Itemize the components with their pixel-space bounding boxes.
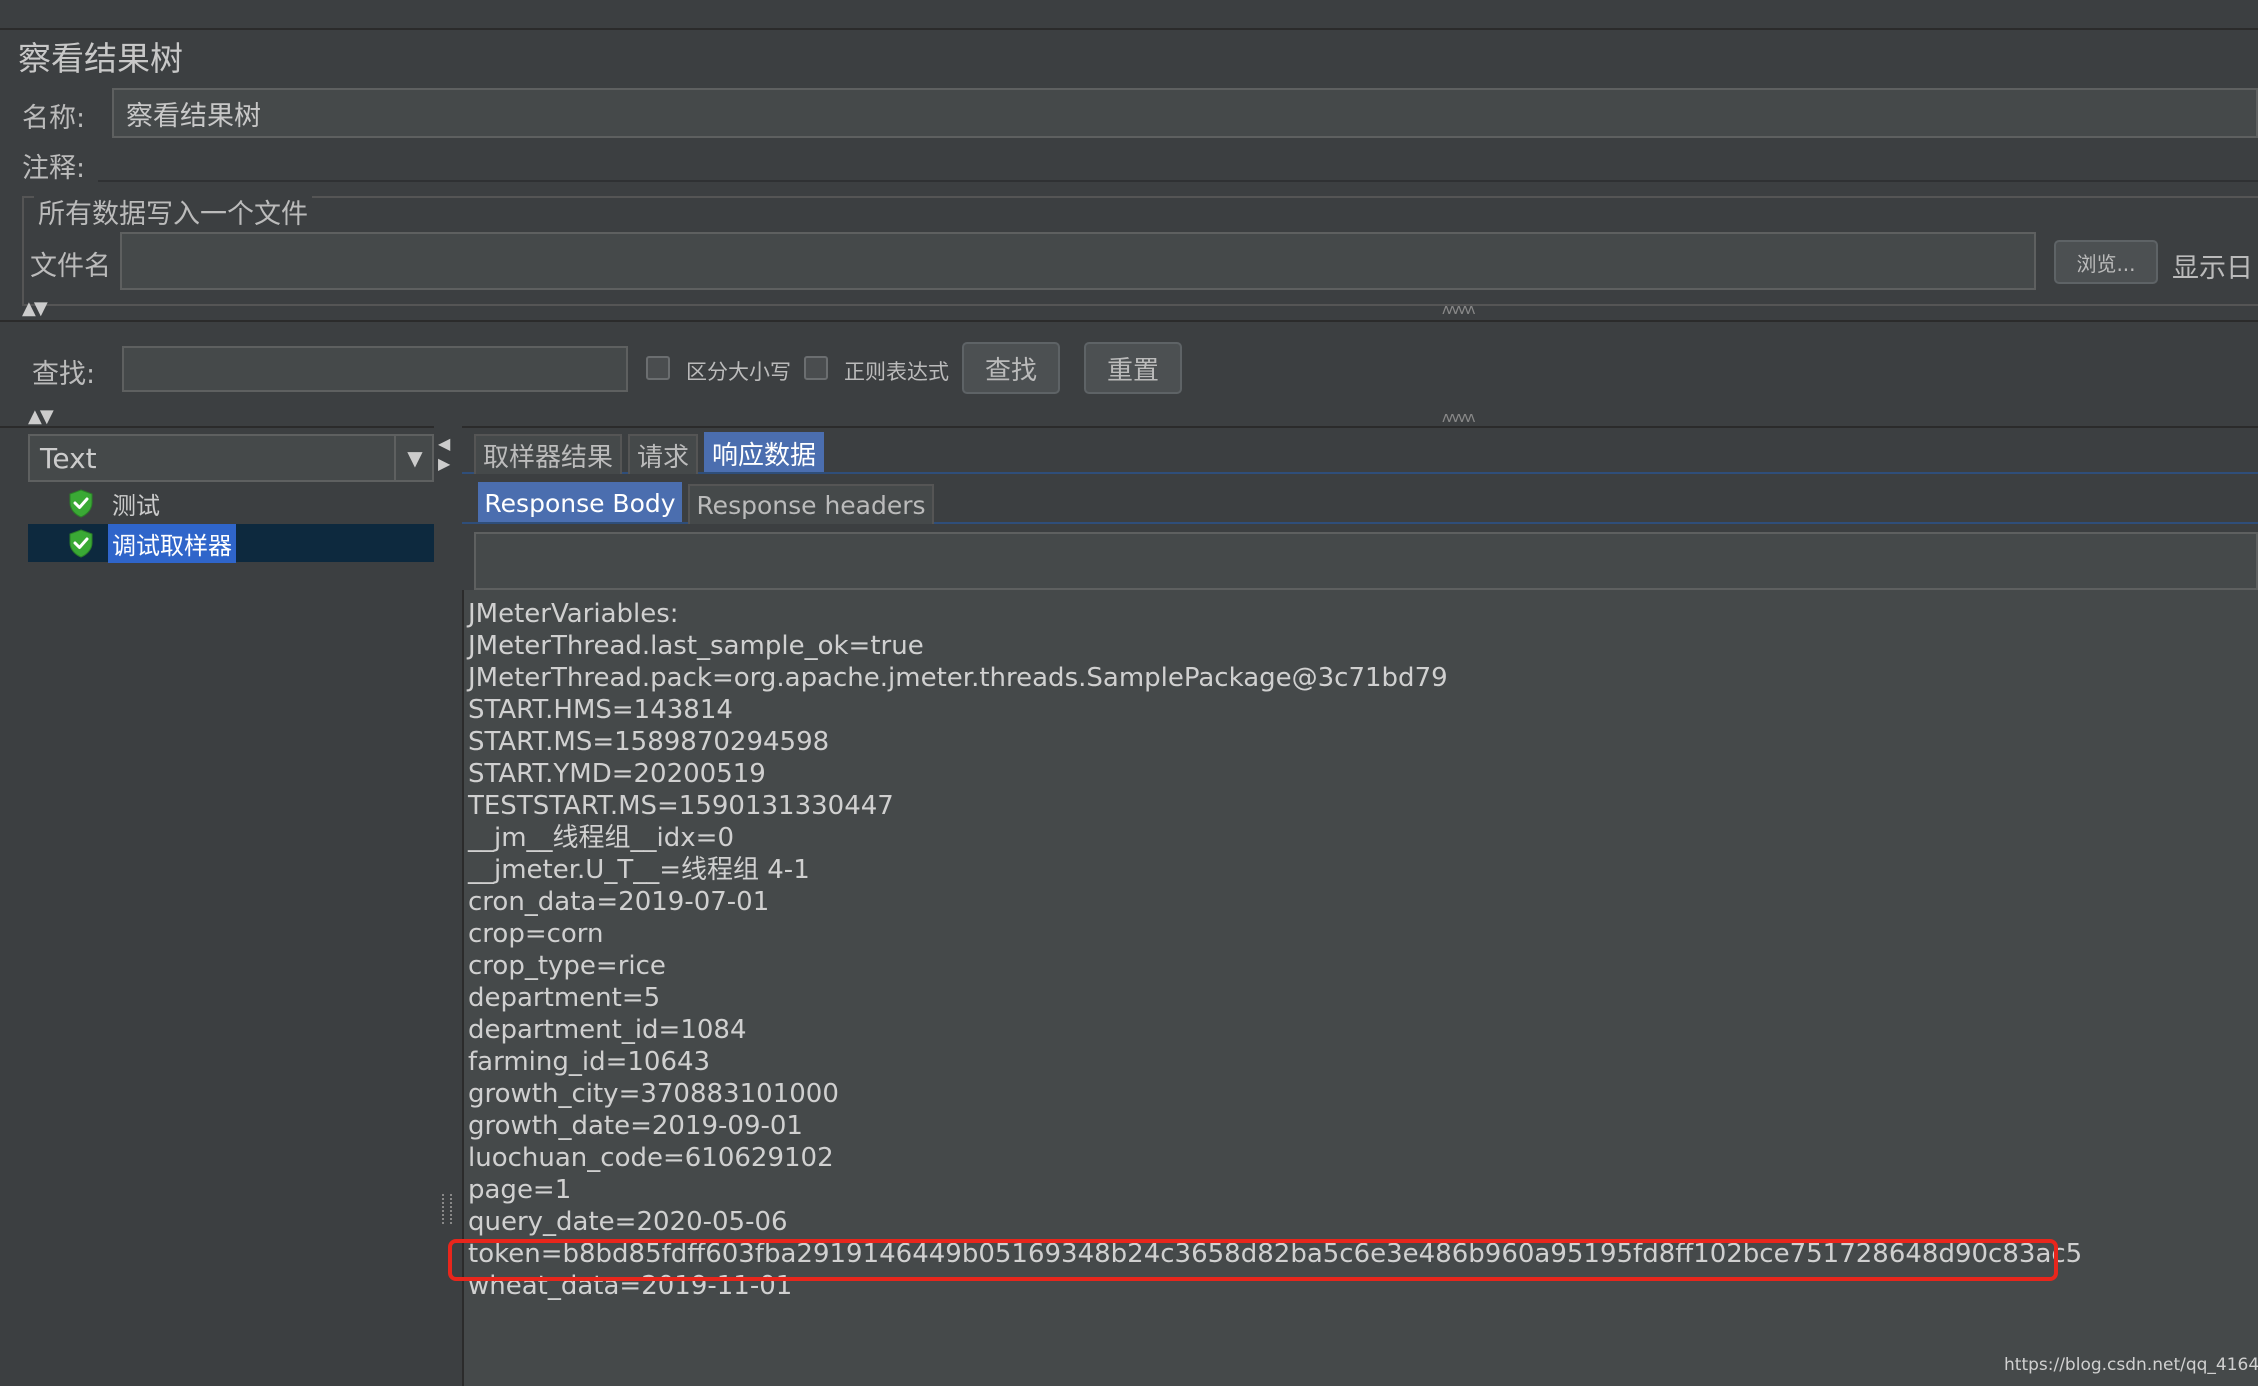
regex-label: 正则表达式 — [844, 360, 949, 384]
response-filter-input[interactable] — [474, 532, 2258, 590]
success-shield-icon — [69, 529, 93, 558]
file-groupbox-title: 所有数据写入一个文件 — [34, 192, 312, 231]
result-tree: 测试 调试取样器 — [28, 484, 437, 1386]
response-line: growth_date=2019-09-01 — [468, 1111, 803, 1141]
response-line: START.YMD=20200519 — [468, 759, 766, 789]
filename-input[interactable] — [120, 232, 2036, 290]
reset-button[interactable]: 重置 — [1084, 342, 1182, 394]
tab-response-body[interactable]: Response Body — [478, 482, 682, 522]
renderer-select-value: Text — [40, 441, 97, 475]
response-line: growth_city=370883101000 — [468, 1079, 839, 1109]
case-sensitive-label: 区分大小写 — [686, 360, 791, 384]
name-label: 名称: — [22, 103, 86, 134]
comment-label: 注释: — [22, 153, 86, 184]
success-shield-icon — [69, 489, 93, 518]
search-input[interactable] — [122, 346, 628, 392]
response-line: TESTSTART.MS=1590131330447 — [468, 791, 894, 821]
tab-underline — [462, 472, 2258, 474]
splitter-divider — [0, 320, 2258, 322]
splitter-grip-icon[interactable]: ʌʌʌʌʌ — [1442, 302, 1475, 318]
response-body-text: JMeterVariables: JMeterThread.last_sample… — [468, 598, 2082, 1302]
browse-button[interactable]: 浏览... — [2054, 240, 2158, 284]
watermark: https://blog.csdn.net/qq_41648820 — [2004, 1355, 2258, 1375]
collapse-left-arrows-icon[interactable]: ◀ ▶ — [438, 434, 450, 474]
tab-sampler-result[interactable]: 取样器结果 — [474, 434, 622, 474]
tree-item-label: 测试 — [112, 491, 160, 520]
response-line: START.MS=1589870294598 — [468, 727, 830, 757]
response-line: luochuan_code=610629102 — [468, 1143, 834, 1173]
response-line: START.HMS=143814 — [468, 695, 733, 725]
page-title: 察看结果树 — [18, 39, 183, 78]
comment-input[interactable] — [98, 140, 2258, 182]
search-label: 查找: — [32, 359, 96, 390]
vertical-grip-icon[interactable] — [442, 1194, 452, 1224]
regex-checkbox[interactable] — [804, 356, 828, 380]
splitter-divider-2 — [0, 426, 2258, 428]
name-input[interactable]: 察看结果树 — [112, 88, 2258, 138]
filename-label: 文件名 — [30, 251, 111, 282]
splitter-grip-icon-2[interactable]: ʌʌʌʌʌ — [1442, 410, 1475, 426]
tree-item-selected[interactable]: 调试取样器 — [28, 523, 434, 563]
token-highlight-box — [448, 1239, 2058, 1281]
response-line: page=1 — [468, 1175, 572, 1205]
collapse-arrows-icon-2[interactable]: ▲▼ — [28, 406, 54, 427]
renderer-select[interactable]: Text — [28, 434, 434, 482]
response-line: query_date=2020-05-06 — [468, 1207, 788, 1237]
collapse-arrows-icon[interactable]: ▲▼ — [22, 298, 48, 319]
response-line: __jmeter.U_T__=线程组 4-1 — [468, 855, 810, 885]
response-line: department=5 — [468, 983, 661, 1013]
tab-response-data[interactable]: 响应数据 — [704, 432, 824, 472]
response-line: crop=corn — [468, 919, 604, 949]
case-sensitive-checkbox[interactable] — [646, 356, 670, 380]
tab-response-headers[interactable]: Response headers — [688, 484, 934, 524]
tree-item[interactable]: 测试 — [28, 484, 434, 522]
display-log-label: 显示日 — [2172, 253, 2253, 284]
tree-item-label: 调试取样器 — [108, 523, 236, 563]
response-line: JMeterVariables: — [468, 599, 679, 629]
response-line: farming_id=10643 — [468, 1047, 711, 1077]
window-top-strip — [0, 0, 2258, 30]
response-line: department_id=1084 — [468, 1015, 747, 1045]
response-line: __jm__线程组__idx=0 — [468, 823, 734, 853]
response-line: cron_data=2019-07-01 — [468, 887, 770, 917]
response-line: crop_type=rice — [468, 951, 666, 981]
tab-request[interactable]: 请求 — [628, 434, 698, 474]
response-line: JMeterThread.last_sample_ok=true — [468, 631, 924, 661]
response-line: JMeterThread.pack=org.apache.jmeter.thre… — [468, 663, 1448, 693]
chevron-down-icon[interactable]: ▼ — [394, 434, 434, 482]
find-button[interactable]: 查找 — [962, 342, 1060, 394]
